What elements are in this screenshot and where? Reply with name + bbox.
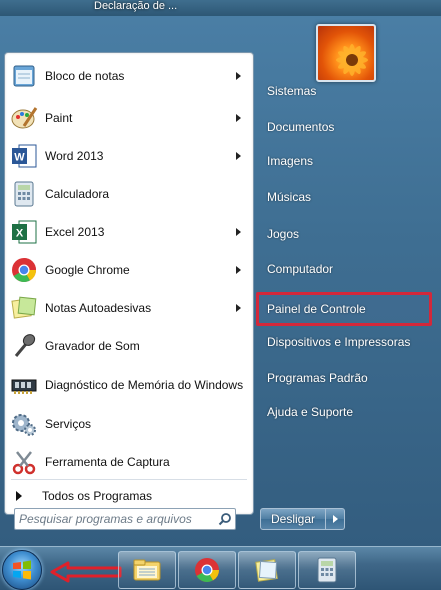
right-item-dispositivos-e-impressoras[interactable]: Dispositivos e Impressoras [262,327,432,357]
program-label: Google Chrome [45,262,130,277]
search-icon[interactable] [215,509,235,529]
program-label: Excel 2013 [45,224,105,239]
program-item-excel[interactable]: X Excel 2013 [5,214,253,250]
program-item-notepad[interactable]: Bloco de notas [5,58,253,94]
calculator-icon [9,179,39,209]
program-item-services[interactable]: Serviços [5,406,253,442]
program-item-word[interactable]: W Word 2013 [5,138,253,174]
program-item-calculator[interactable]: Calculadora [5,176,253,212]
program-label: Calculadora [45,186,110,201]
program-label: Bloco de notas [45,68,125,83]
flower-picture-icon [336,44,368,76]
all-programs-button[interactable]: Todos os Programas [5,484,253,508]
search-box[interactable] [14,508,236,530]
search-input[interactable] [15,510,215,528]
right-item-label: Sistemas [267,84,317,98]
taskbar-explorer-button[interactable] [118,551,176,589]
right-item-documentos[interactable]: Documentos [262,112,432,142]
svg-text:X: X [16,228,24,240]
program-label: Serviços [45,416,92,431]
submenu-arrow-icon[interactable] [236,228,241,236]
program-item-memory-diagnostic[interactable]: Diagnóstico de Memória do Windows [5,366,253,404]
right-item-sistemas[interactable]: Sistemas [262,76,432,106]
right-item-label: Computador [267,262,334,276]
program-item-chrome[interactable]: Google Chrome [5,252,253,288]
program-label: Gravador de Som [45,338,140,353]
right-item-programas-padrao[interactable]: Programas Padrão [262,363,432,393]
right-item-computador[interactable]: Computador [262,254,432,284]
start-button[interactable] [2,550,42,590]
programs-pane: Bloco de notas Paint W Word 2013 Calcula… [4,52,254,515]
word-icon: W [9,141,39,171]
right-item-label: Painel de Controle [267,302,366,316]
submenu-arrow-icon[interactable] [236,114,241,122]
triangle-right-icon [332,515,338,523]
right-item-musicas[interactable]: Músicas [262,182,432,212]
right-item-label: Imagens [267,154,314,168]
microphone-icon [9,331,39,361]
right-item-jogos[interactable]: Jogos [262,219,432,249]
right-item-imagens[interactable]: Imagens [262,146,432,176]
submenu-arrow-icon[interactable] [236,266,241,274]
calculator-icon [317,557,337,583]
window-title-strip: Declaração de ... [0,0,441,16]
window-title: Declaração de ... [94,0,178,12]
sticky-notes-icon [9,293,39,323]
program-item-sound-recorder[interactable]: Gravador de Som [5,328,253,364]
right-item-ajuda-e-suporte[interactable]: Ajuda e Suporte [262,397,432,427]
user-avatar[interactable] [316,24,376,82]
right-item-label: Documentos [267,120,335,134]
all-programs-label: Todos os Programas [42,489,153,503]
taskbar-chrome-button[interactable] [178,551,236,589]
right-item-label: Dispositivos e Impressoras [267,335,411,349]
program-item-paint[interactable]: Paint [5,100,253,136]
program-label: Paint [45,110,73,125]
notepad-icon [9,61,39,91]
chrome-icon [195,558,219,583]
windows-explorer-icon [133,559,161,581]
taskbar-calculator-button[interactable] [298,551,356,589]
program-item-sticky-notes[interactable]: Notas Autoadesivas [5,290,253,326]
program-label: Ferramenta de Captura [45,454,170,469]
submenu-arrow-icon[interactable] [236,152,241,160]
red-annotation-arrow-icon [50,561,122,583]
submenu-arrow-icon[interactable] [236,304,241,312]
shutdown-button[interactable]: Desligar [260,508,327,530]
program-label: Diagnóstico de Memória do Windows [45,377,244,392]
program-label: Word 2013 [45,148,104,163]
shutdown-label: Desligar [271,512,316,526]
program-item-snipping-tool[interactable]: Ferramenta de Captura [5,444,253,480]
scissors-icon [9,447,39,477]
right-item-label: Músicas [267,190,312,204]
triangle-right-icon [16,491,22,501]
shutdown-group: Desligar [260,508,346,530]
separator [11,479,247,480]
services-gear-icon [9,409,39,439]
program-label: Notas Autoadesivas [45,300,152,315]
taskbar-sticky-notes-button[interactable] [238,551,296,589]
right-item-painel-de-controle[interactable]: Painel de Controle [256,292,432,326]
submenu-arrow-icon[interactable] [236,72,241,80]
excel-icon: X [9,217,39,247]
chrome-icon [9,255,39,285]
svg-text:W: W [14,152,25,164]
start-menu: Bloco de notas Paint W Word 2013 Calcula… [0,16,441,546]
shutdown-options-button[interactable] [326,508,346,530]
right-item-label: Ajuda e Suporte [267,405,354,419]
windows-logo-icon [13,560,31,580]
sticky-notes-icon [255,559,278,582]
taskbar [0,546,441,590]
paint-icon [9,103,39,133]
memory-diagnostic-icon [9,370,39,400]
right-item-label: Programas Padrão [267,371,368,385]
right-item-label: Jogos [267,227,300,241]
